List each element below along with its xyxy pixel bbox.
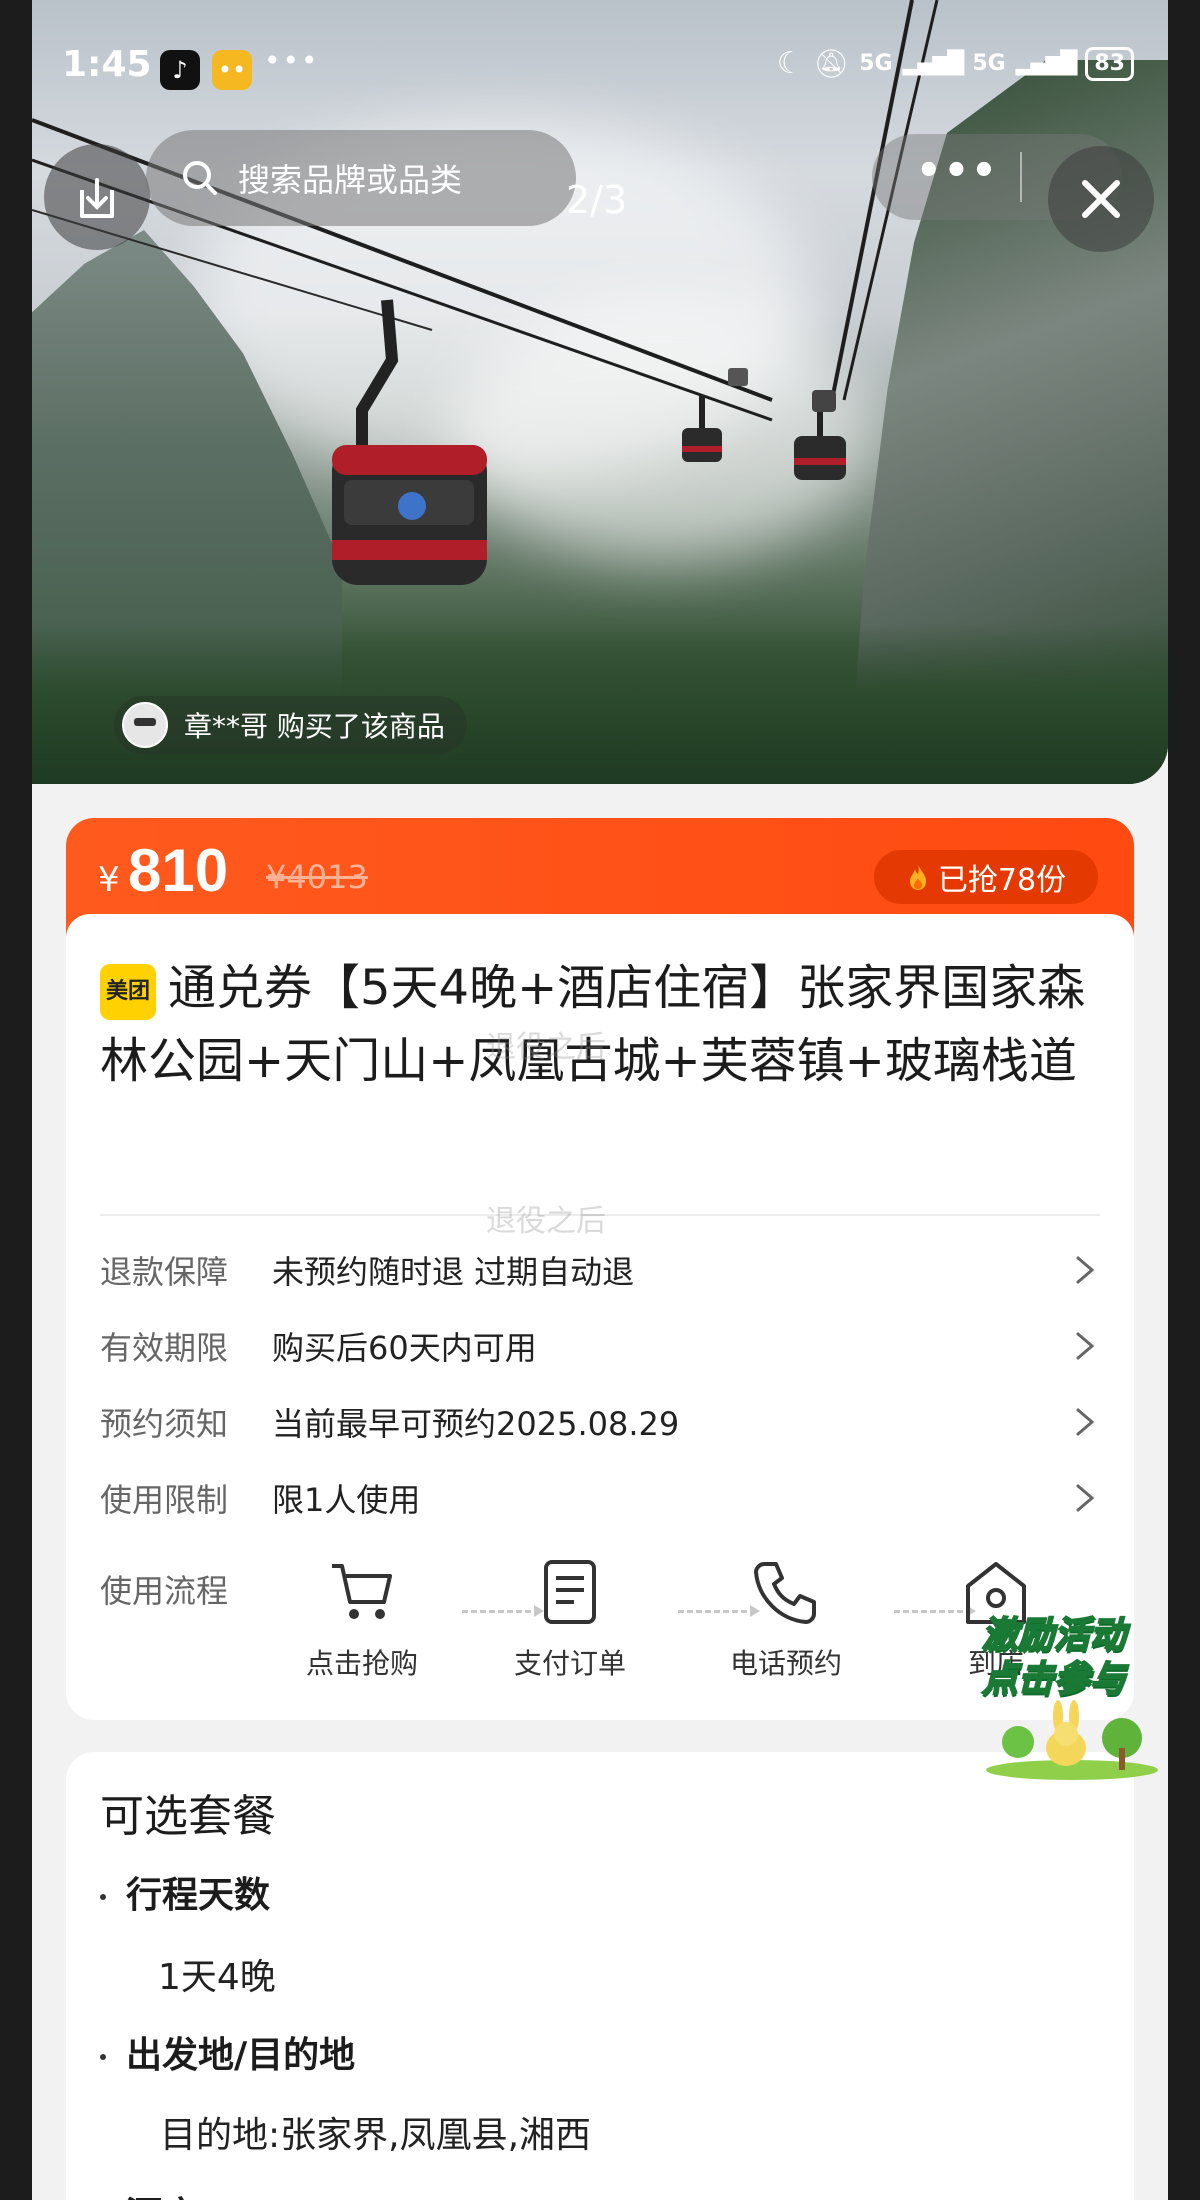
watermark: 退役之后 — [486, 1204, 606, 1239]
signal-icon: ▂▄▆█ — [902, 51, 965, 76]
product-card: ¥ 810 ¥4013 已抢78份 美团 通兑券【5天4晚+酒店住宿】张家界国家森… — [66, 818, 1134, 1720]
original-price: ¥4013 — [266, 858, 368, 896]
notification-app-icon: •• — [212, 50, 252, 90]
meituan-badge: 美团 — [100, 964, 156, 1020]
info-value: 限1人使用 — [272, 1481, 421, 1519]
rabbit-mascot-icon — [986, 1700, 1158, 1780]
chevron-right-icon — [1076, 1484, 1095, 1512]
cable-car-illustration — [32, 0, 939, 585]
option-title-text: 出发地/目的地 — [126, 2035, 356, 2076]
flame-icon — [909, 864, 926, 890]
sold-count-text: 已抢78份 — [937, 863, 1067, 898]
signal-icon-2: ▂▄▆█ — [1015, 51, 1078, 76]
step-pay: 支付订单 — [500, 1556, 640, 1682]
watermark: 退役之后 — [486, 1030, 606, 1065]
more-options-button[interactable]: ••• — [916, 148, 999, 194]
phone-icon — [754, 1562, 816, 1624]
step-label: 电话预约 — [729, 1647, 842, 1680]
info-row-booking[interactable]: 预约须知 当前最早可预约2025.08.29 — [100, 1392, 1100, 1452]
order-icon — [544, 1560, 596, 1624]
chevron-right-icon — [1076, 1332, 1095, 1360]
search-placeholder: 搜索品牌或品类 — [238, 161, 463, 199]
image-page-counter: 2/3 — [566, 178, 628, 222]
capsule-divider — [1020, 152, 1022, 202]
packages-heading: 可选套餐 — [100, 1791, 276, 1842]
network-label: 5G — [859, 51, 893, 76]
option-value-days[interactable]: 1天4晚 — [158, 1948, 276, 2000]
tiktok-icon: ♪ — [160, 50, 200, 90]
option-title-text: 酒店 — [126, 2195, 198, 2200]
promo-activity-sticker[interactable]: 激励活动 点击参与 — [981, 1602, 1168, 1782]
info-row-limit[interactable]: 使用限制 限1人使用 — [100, 1468, 1100, 1528]
status-time: 1:45 — [62, 44, 152, 85]
bullet-icon — [100, 1894, 106, 1900]
recent-buyer-notice: 章**哥 购买了该商品 — [114, 696, 467, 754]
status-indicators: ☾ 🔕︎ 5G ▂▄▆█ 5G ▂▄▆█ 83 — [777, 46, 1134, 81]
option-value-destination[interactable]: 目的地:张家界,凤凰县,湘西 — [160, 2106, 591, 2158]
close-button[interactable] — [1048, 146, 1154, 252]
step-call: 电话预约 — [716, 1556, 856, 1682]
info-value: 当前最早可预约2025.08.29 — [272, 1405, 680, 1443]
product-hero-image[interactable]: 1:45 ♪ •• ••• ☾ 🔕︎ 5G ▂▄▆█ 5G ▂▄▆█ 83 搜索… — [32, 0, 1168, 784]
sold-count-badge: 已抢78份 — [874, 850, 1098, 904]
info-value: 购买后60天内可用 — [272, 1329, 537, 1367]
info-label: 预约须知 — [100, 1405, 229, 1443]
option-title-hotel: 酒店 — [100, 2186, 198, 2200]
app-screen: 1:45 ♪ •• ••• ☾ 🔕︎ 5G ▂▄▆█ 5G ▂▄▆█ 83 搜索… — [32, 0, 1168, 2200]
option-title-days: 行程天数 — [100, 1866, 270, 1918]
option-title-text: 行程天数 — [126, 1875, 271, 1916]
buyer-notice-text: 章**哥 购买了该商品 — [184, 710, 445, 743]
info-label: 有效期限 — [100, 1329, 229, 1367]
info-label: 使用限制 — [100, 1481, 229, 1519]
more-notifications-icon: ••• — [264, 44, 320, 77]
save-image-button[interactable] — [44, 144, 150, 250]
close-icon — [1082, 180, 1120, 218]
chevron-right-icon — [1076, 1408, 1095, 1436]
chevron-right-icon — [1076, 1256, 1095, 1284]
status-bar: 1:45 ♪ •• ••• ☾ 🔕︎ 5G ▂▄▆█ 5G ▂▄▆█ 83 — [32, 0, 1168, 110]
network-label-2: 5G — [972, 51, 1006, 76]
moon-icon: ☾ — [776, 46, 804, 81]
search-bar[interactable]: 搜索品牌或品类 — [146, 130, 576, 226]
info-row-refund[interactable]: 退款保障 未预约随时退 过期自动退 — [100, 1240, 1100, 1300]
step-label: 点击抢购 — [305, 1647, 418, 1680]
current-price: 810 — [128, 837, 229, 904]
step-buy: 点击抢购 — [292, 1556, 432, 1682]
download-icon — [80, 178, 114, 218]
step-label: 支付订单 — [513, 1647, 626, 1680]
cart-icon — [332, 1564, 392, 1619]
search-icon — [183, 161, 217, 195]
mute-icon: 🔕︎ — [813, 47, 850, 80]
battery-indicator: 83 — [1085, 46, 1134, 81]
buyer-avatar — [122, 702, 168, 748]
packages-card: 可选套餐 行程天数 1天4晚 出发地/目的地 目的地:张家界,凤凰县,湘西 酒店 — [66, 1752, 1134, 2200]
option-title-destination: 出发地/目的地 — [100, 2026, 355, 2078]
info-row-validity[interactable]: 有效期限 购买后60天内可用 — [100, 1316, 1100, 1376]
info-value: 未预约随时退 过期自动退 — [272, 1253, 635, 1291]
info-label: 退款保障 — [100, 1253, 229, 1291]
process-label: 使用流程 — [100, 1572, 229, 1610]
bullet-icon — [100, 2054, 106, 2060]
price-currency: ¥ — [98, 860, 120, 900]
